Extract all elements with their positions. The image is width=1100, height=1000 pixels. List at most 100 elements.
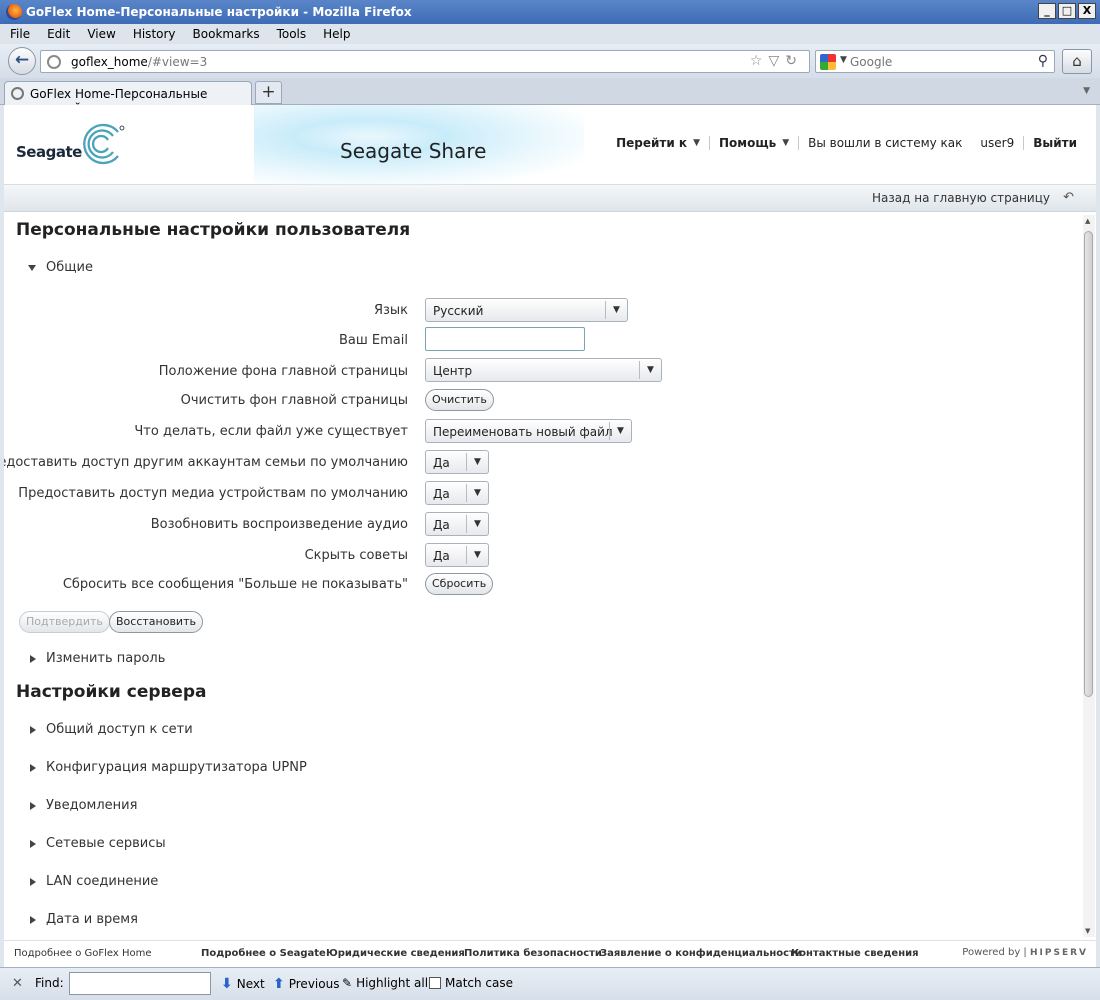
url-bar[interactable]: goflex_home/#view=3 ☆▽↻	[40, 50, 810, 73]
scrollbar-thumb[interactable]	[1084, 231, 1093, 697]
seagate-logo-text[interactable]: Seagate	[16, 143, 82, 161]
home-button[interactable]: ⌂	[1062, 49, 1092, 74]
firefox-icon	[6, 4, 22, 20]
close-find-icon[interactable]: ✕	[12, 976, 23, 991]
scroll-down-icon[interactable]: ▼	[1085, 927, 1090, 935]
highlighter-icon: ✎	[342, 976, 353, 990]
reset-messages-button[interactable]: Сбросить	[425, 573, 494, 595]
find-bar: ✕ Find: ⬇ Next ⬆ Previous ✎ Highlight all M…	[0, 967, 1100, 1000]
scroll-up-icon[interactable]: ▲	[1085, 217, 1090, 225]
background-position-select[interactable]: Центр ▼	[425, 358, 662, 382]
tab-goflex-settings[interactable]: GoFlex Home-Персональные настройки	[4, 81, 252, 115]
expand-right-icon	[30, 839, 36, 848]
menu-tools[interactable]: Tools	[267, 24, 314, 44]
label-background-position: Положение фона главной страницы	[158, 364, 408, 379]
page-footer: Подробнее о GoFlex Home Подробнее о Seag…	[4, 940, 1096, 967]
hide-tips-select[interactable]: Да ▼	[425, 543, 489, 567]
footer-link-privacy[interactable]: Заявление о конфиденциальности	[600, 948, 802, 959]
bookmark-star-icon[interactable]: ☆	[750, 53, 769, 69]
site-identity-icon[interactable]	[47, 55, 61, 69]
expand-right-icon	[30, 915, 36, 924]
home-icon: ⌂	[1072, 52, 1082, 70]
match-case-checkbox[interactable]: Match case	[429, 976, 513, 990]
label-reset-messages: Сбросить все сообщения "Больше не показы…	[62, 577, 408, 592]
footer-about-goflex[interactable]: Подробнее о GoFlex Home	[14, 948, 152, 959]
section-label: Сетевые сервисы	[46, 836, 166, 851]
url-path: /#view=3	[147, 55, 208, 69]
window-title: GoFlex Home-Персональные настройки - Moz…	[26, 5, 412, 19]
chevron-down-icon: ▼	[466, 484, 488, 502]
background-position-value: Центр	[433, 364, 473, 378]
minimize-button[interactable]: _	[1038, 3, 1056, 19]
section-change-password[interactable]: Изменить пароль	[28, 651, 165, 666]
reload-icon[interactable]: ↻	[785, 53, 803, 69]
find-previous-button[interactable]: ⬆ Previous	[273, 976, 339, 992]
menu-help[interactable]: Help	[313, 24, 357, 44]
email-field[interactable]	[425, 327, 585, 351]
navigation-toolbar: ← goflex_home/#view=3 ☆▽↻ ▼ ⚲ ⌂	[0, 44, 1100, 78]
search-input[interactable]	[850, 54, 1030, 70]
confirm-button[interactable]: Подтвердить	[19, 611, 110, 633]
language-select[interactable]: Русский ▼	[425, 298, 628, 322]
window-controls: _ □ X	[1038, 3, 1096, 19]
menu-file[interactable]: File	[0, 24, 37, 44]
close-button[interactable]: X	[1078, 3, 1096, 19]
goto-label: Перейти к	[616, 136, 688, 150]
engine-dropdown-icon[interactable]: ▼	[840, 55, 847, 65]
goto-menu[interactable]: Перейти к ▼	[607, 136, 709, 150]
restore-button[interactable]: Восстановить	[109, 611, 203, 633]
menu-bar: File Edit View History Bookmarks Tools H…	[0, 24, 1100, 44]
google-engine-icon[interactable]	[820, 54, 836, 70]
logout-link[interactable]: Выйти	[1024, 136, 1086, 150]
section-network-services[interactable]: Сетевые сервисы	[28, 836, 166, 851]
file-exists-value: Переименовать новый файл	[433, 425, 613, 439]
find-input[interactable]	[69, 972, 211, 995]
back-bar: Назад на главную страницу ↶	[4, 185, 1096, 212]
section-general[interactable]: Общие	[28, 260, 93, 275]
highlight-all-button[interactable]: ✎ Highlight all	[342, 976, 428, 990]
menu-bookmarks[interactable]: Bookmarks	[183, 24, 267, 44]
label-share-family: Предоставить доступ другим аккаунтам сем…	[4, 455, 408, 470]
label-file-exists: Что делать, если файл уже существует	[134, 424, 408, 439]
back-button[interactable]: ←	[8, 47, 36, 75]
section-upnp[interactable]: Конфигурация маршрутизатора UPNP	[28, 760, 307, 775]
back-arrow-icon[interactable]: ↶	[1063, 190, 1074, 205]
footer-link-legal[interactable]: Юридические сведения	[326, 948, 465, 959]
resume-audio-select[interactable]: Да ▼	[425, 512, 489, 536]
maximize-button[interactable]: □	[1058, 3, 1076, 19]
section-label: Общий доступ к сети	[46, 722, 193, 737]
clear-background-button[interactable]: Очистить	[425, 389, 494, 411]
footer-link-seagate[interactable]: Подробнее о Seagate	[201, 948, 326, 959]
tab-list-icon[interactable]: ▼	[1083, 86, 1090, 96]
file-exists-select[interactable]: Переименовать новый файл ▼	[425, 419, 632, 443]
footer-link-contact[interactable]: Контактные сведения	[791, 948, 919, 959]
expand-right-icon	[30, 877, 36, 886]
section-date-time[interactable]: Дата и время	[28, 912, 138, 927]
section-label: LAN соединение	[46, 874, 159, 889]
section-lan[interactable]: LAN соединение	[28, 874, 158, 889]
search-magnifier-icon[interactable]: ⚲	[1038, 53, 1048, 69]
vertical-scrollbar[interactable]: ▲ ▼	[1083, 215, 1095, 937]
url-actions: ☆▽↻	[750, 53, 803, 69]
seagate-logo-icon[interactable]	[80, 122, 126, 166]
new-tab-button[interactable]: +	[255, 81, 282, 104]
menu-edit[interactable]: Edit	[37, 24, 77, 44]
share-family-select[interactable]: Да ▼	[425, 450, 489, 474]
url-text[interactable]: goflex_home/#view=3	[71, 55, 207, 69]
menu-history[interactable]: History	[123, 24, 183, 44]
tab-strip: GoFlex Home-Персональные настройки + ▼	[0, 78, 1100, 115]
help-menu[interactable]: Помощь ▼	[710, 136, 798, 150]
section-notifications[interactable]: Уведомления	[28, 798, 137, 813]
page-content: Seagate Seagate Share Перейти к ▼ Помощь ▼…	[4, 105, 1096, 967]
back-to-home-link[interactable]: Назад на главную страницу	[872, 191, 1050, 205]
find-next-button[interactable]: ⬇ Next	[221, 976, 265, 992]
label-clear-background: Очистить фон главной страницы	[180, 393, 408, 408]
share-media-select[interactable]: Да ▼	[425, 481, 489, 505]
menu-view[interactable]: View	[77, 24, 122, 44]
section-network-sharing[interactable]: Общий доступ к сети	[28, 722, 193, 737]
window-titlebar[interactable]: GoFlex Home-Персональные настройки - Moz…	[0, 0, 1100, 24]
search-bar: ▼ ⚲	[815, 50, 1055, 73]
history-dropdown-icon[interactable]: ▽	[768, 53, 785, 69]
hipserv-logo[interactable]: HIPSERV	[1030, 948, 1088, 958]
footer-link-security[interactable]: Политика безопасности	[464, 948, 602, 959]
